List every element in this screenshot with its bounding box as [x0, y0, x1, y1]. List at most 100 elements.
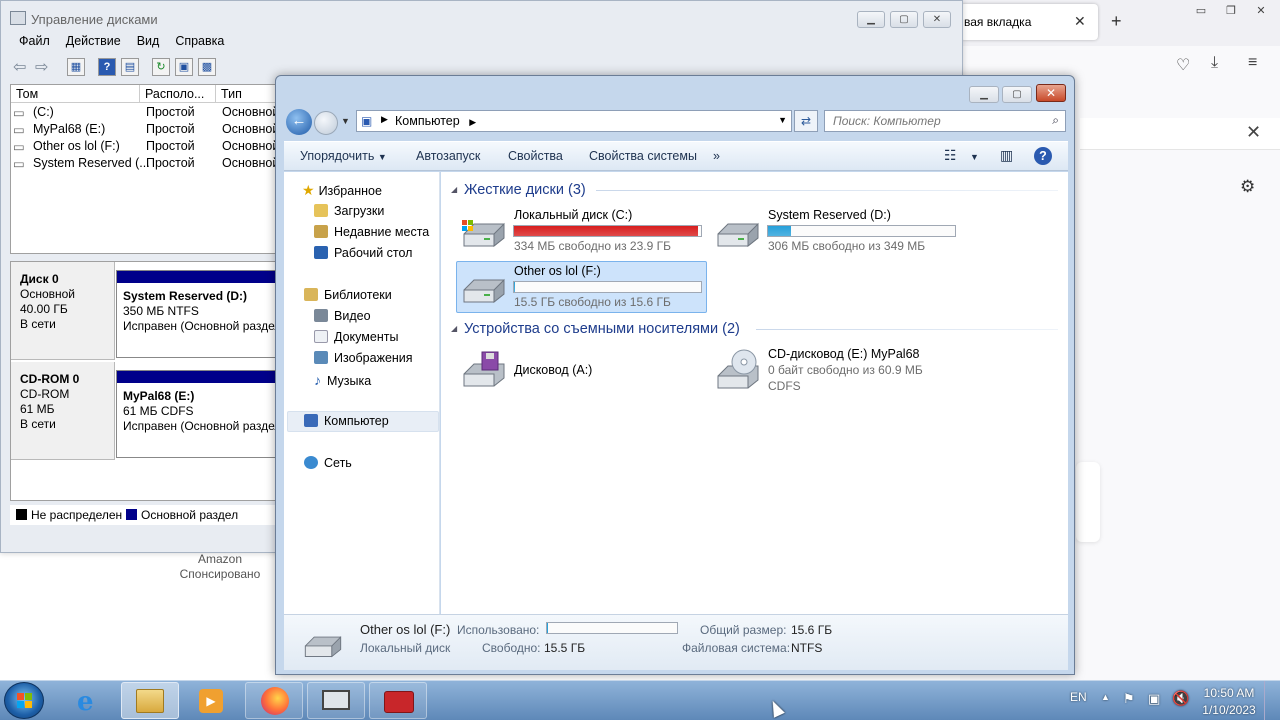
- back-button[interactable]: ←: [286, 109, 312, 135]
- volume-layout: Простой: [146, 139, 195, 153]
- maximize-button[interactable]: ▢: [1002, 86, 1032, 103]
- drive-c-name[interactable]: Локальный диск (C:): [514, 208, 632, 222]
- chevron-down-icon[interactable]: ▼: [970, 152, 979, 162]
- table-row[interactable]: ▭ System Reserved (... Простой Основной: [13, 156, 281, 173]
- menu-action[interactable]: Действие: [58, 34, 129, 52]
- group-header-removable[interactable]: Устройства со съемными носителями (2): [464, 321, 740, 337]
- language-indicator[interactable]: EN: [1070, 690, 1087, 704]
- pocket-icon[interactable]: ♡: [1176, 55, 1190, 75]
- close-window-button[interactable]: ✕: [1242, 4, 1280, 20]
- forward-button[interactable]: [314, 111, 338, 135]
- taskbar-computer-management-button[interactable]: [307, 682, 365, 719]
- help-icon[interactable]: ?: [1034, 147, 1052, 165]
- rescan-icon[interactable]: ▣: [175, 58, 193, 76]
- drive-f-icon[interactable]: [460, 272, 506, 306]
- view-options-icon[interactable]: ☷: [944, 147, 957, 164]
- nav-item-computer[interactable]: Компьютер: [304, 414, 389, 428]
- refresh-icon[interactable]: ↻: [152, 58, 170, 76]
- gear-icon[interactable]: ⚙: [1240, 177, 1255, 197]
- breadcrumb-chevron-icon[interactable]: ▶: [469, 117, 476, 127]
- cd-drive-icon[interactable]: [714, 348, 762, 392]
- volume-muted-icon[interactable]: 🔇: [1172, 690, 1189, 707]
- legend: Не распределен Основной раздел: [10, 505, 280, 525]
- nav-item-favorites[interactable]: ★ Избранное: [302, 182, 382, 199]
- show-hidden-icons[interactable]: ▲: [1101, 692, 1110, 702]
- action-center-flag-icon[interactable]: ⚑: [1123, 691, 1135, 707]
- column-type[interactable]: Тип: [216, 85, 281, 103]
- drive-d-icon[interactable]: [714, 216, 760, 250]
- new-tab-icon[interactable]: +: [1111, 11, 1122, 32]
- download-icon[interactable]: ⤓: [1211, 54, 1218, 72]
- breadcrumb[interactable]: Компьютер: [395, 114, 460, 128]
- system-properties-button[interactable]: Свойства системы: [589, 149, 697, 163]
- refresh-button[interactable]: ⇄: [794, 110, 818, 132]
- floppy-drive-icon[interactable]: [460, 350, 506, 390]
- forward-icon[interactable]: ⇨: [35, 57, 48, 77]
- drive-f-name[interactable]: Other os lol (F:): [514, 264, 601, 278]
- column-volume[interactable]: Том: [11, 85, 140, 103]
- floppy-drive-name[interactable]: Дисковод (A:): [514, 363, 592, 377]
- history-dropdown-icon[interactable]: ▼: [341, 116, 350, 126]
- nav-item-documents[interactable]: Документы: [314, 330, 398, 344]
- column-layout[interactable]: Располо...: [140, 85, 216, 103]
- collapse-group-icon[interactable]: ◢: [451, 185, 457, 194]
- nav-item-images[interactable]: Изображения: [314, 351, 413, 365]
- cd-drive-name[interactable]: CD-дисковод (E:) MyPal68: [768, 347, 920, 361]
- partition-system-reserved[interactable]: System Reserved (D:) 350 МБ NTFS Исправе…: [116, 270, 286, 358]
- drive-c-icon[interactable]: [460, 216, 506, 250]
- close-icon[interactable]: ✕: [1246, 122, 1261, 143]
- disk-0-label[interactable]: Диск 0 Основной 40.00 ГБ В сети: [11, 262, 115, 360]
- taskbar-explorer-button[interactable]: [121, 682, 179, 719]
- settings-icon[interactable]: ▩: [198, 58, 216, 76]
- preview-pane-icon[interactable]: ▥: [1000, 147, 1013, 164]
- taskbar-toolbox-button[interactable]: [369, 682, 427, 719]
- breadcrumb-chevron-icon[interactable]: ▶: [381, 114, 388, 125]
- nav-item-downloads[interactable]: Загрузки: [314, 204, 384, 218]
- autoplay-button[interactable]: Автозапуск: [416, 149, 480, 163]
- help-icon[interactable]: ?: [98, 58, 116, 76]
- minimize-button[interactable]: ▁: [857, 11, 885, 28]
- menu-file[interactable]: Файл: [11, 34, 58, 52]
- minimize-button[interactable]: ▁: [969, 86, 999, 103]
- close-button[interactable]: ✕: [923, 11, 951, 28]
- close-tab-icon[interactable]: ✕: [1074, 13, 1086, 30]
- drive-d-name[interactable]: System Reserved (D:): [768, 208, 891, 222]
- search-input[interactable]: Поиск: Компьютер ⌕: [824, 110, 1066, 132]
- nav-item-music[interactable]: ♪ Музыка: [314, 372, 371, 388]
- address-dropdown-icon[interactable]: ▼: [778, 115, 787, 125]
- menu-view[interactable]: Вид: [129, 34, 168, 52]
- address-bar[interactable]: ▣ ▶ Компьютер ▶ ▼: [356, 110, 792, 132]
- organize-button[interactable]: Упорядочить ▼: [300, 149, 387, 163]
- start-button[interactable]: [4, 682, 44, 719]
- table-row[interactable]: ▭ Other os lol (F:) Простой Основной: [13, 139, 281, 156]
- taskbar-firefox-button[interactable]: [245, 682, 303, 719]
- partition-mypal68[interactable]: MyPal68 (E:) 61 МБ CDFS Исправен (Основн…: [116, 370, 286, 458]
- network-icon[interactable]: ▣: [1148, 691, 1160, 707]
- taskbar-media-button[interactable]: ▶: [182, 682, 240, 719]
- more-commands-button[interactable]: »: [713, 149, 720, 163]
- group-header-hdd[interactable]: Жесткие диски (3): [464, 182, 586, 198]
- table-row[interactable]: ▭ (C:) Простой Основной: [13, 105, 281, 122]
- nav-item-network[interactable]: Сеть: [304, 456, 352, 470]
- console-tree-icon[interactable]: ▦: [67, 58, 85, 76]
- menu-help[interactable]: Справка: [167, 34, 232, 52]
- tile-card[interactable]: [1076, 462, 1100, 542]
- search-icon[interactable]: ⌕: [1052, 113, 1059, 128]
- clock-time[interactable]: 10:50 AM: [1203, 686, 1255, 700]
- cdrom-0-label[interactable]: CD-ROM 0 CD-ROM 61 МБ В сети: [11, 362, 115, 460]
- nav-item-recent[interactable]: Недавние места: [314, 225, 429, 239]
- menu-icon[interactable]: ≡: [1248, 54, 1257, 72]
- nav-item-libraries[interactable]: Библиотеки: [304, 288, 392, 302]
- show-desktop-button[interactable]: [1264, 681, 1280, 720]
- taskbar-ie-button[interactable]: e: [60, 682, 118, 719]
- collapse-group-icon[interactable]: ◢: [451, 324, 457, 333]
- nav-item-desktop[interactable]: Рабочий стол: [314, 246, 412, 260]
- table-row[interactable]: ▭ MyPal68 (E:) Простой Основной: [13, 122, 281, 139]
- maximize-button[interactable]: ▢: [890, 11, 918, 28]
- nav-item-video[interactable]: Видео: [314, 309, 371, 323]
- clock-date[interactable]: 1/10/2023: [1200, 703, 1258, 717]
- close-button[interactable]: ✕: [1036, 84, 1066, 102]
- properties-icon[interactable]: ▤: [121, 58, 139, 76]
- back-icon[interactable]: ⇦: [13, 57, 26, 77]
- properties-button[interactable]: Свойства: [508, 149, 563, 163]
